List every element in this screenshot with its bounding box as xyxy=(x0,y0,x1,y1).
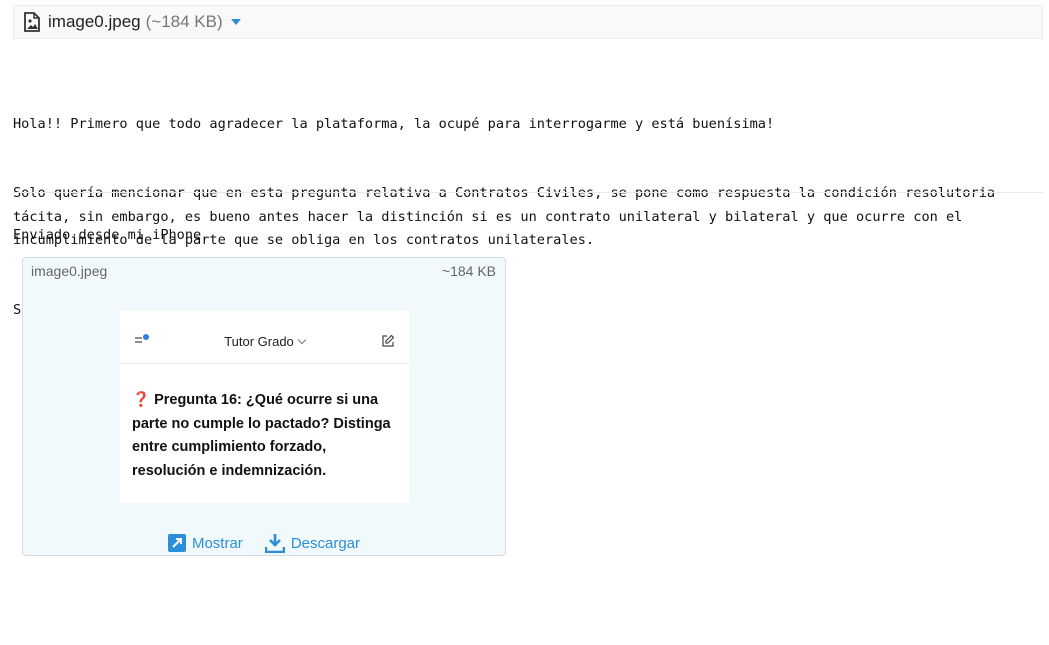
preview-size: ~184 KB xyxy=(441,263,496,279)
question-label: Pregunta 16: xyxy=(154,392,242,408)
preview-actions: Mostrar Descargar xyxy=(23,533,505,553)
attachment-preview-card: image0.jpeg ~184 KB Tutor Grado ❓ Pregunt… xyxy=(22,257,506,556)
image-file-icon xyxy=(24,12,40,32)
preview-filename: image0.jpeg xyxy=(31,263,108,279)
thumbnail-app-title: Tutor Grado xyxy=(120,334,409,349)
open-external-icon xyxy=(167,534,186,552)
chevron-down-icon xyxy=(297,335,307,345)
edit-icon xyxy=(381,334,395,348)
attachment-size: (~184 KB) xyxy=(145,12,223,31)
message-divider xyxy=(13,192,1043,193)
download-button[interactable]: Descargar xyxy=(264,533,361,553)
download-label: Descargar xyxy=(290,534,361,552)
message-signature: Enviado desde mi iPhone xyxy=(13,227,202,243)
caret-down-icon[interactable] xyxy=(230,19,241,25)
image-thumbnail[interactable]: Tutor Grado ❓ Pregunta 16: ¿Qué ocurre si… xyxy=(120,311,409,503)
show-label: Mostrar xyxy=(191,534,243,552)
show-button[interactable]: Mostrar xyxy=(167,533,243,553)
thumbnail-app-bar: Tutor Grado xyxy=(120,311,409,364)
download-icon xyxy=(264,534,285,553)
thumbnail-question: ❓ Pregunta 16: ¿Qué ocurre si una parte n… xyxy=(132,389,402,483)
attachment-filename[interactable]: image0.jpeg xyxy=(48,12,141,32)
question-mark-icon: ❓ xyxy=(132,392,151,408)
attachment-header: image0.jpeg (~184 KB) xyxy=(13,5,1043,39)
message-line: Hola!! Primero que todo agradecer la pla… xyxy=(13,115,775,132)
